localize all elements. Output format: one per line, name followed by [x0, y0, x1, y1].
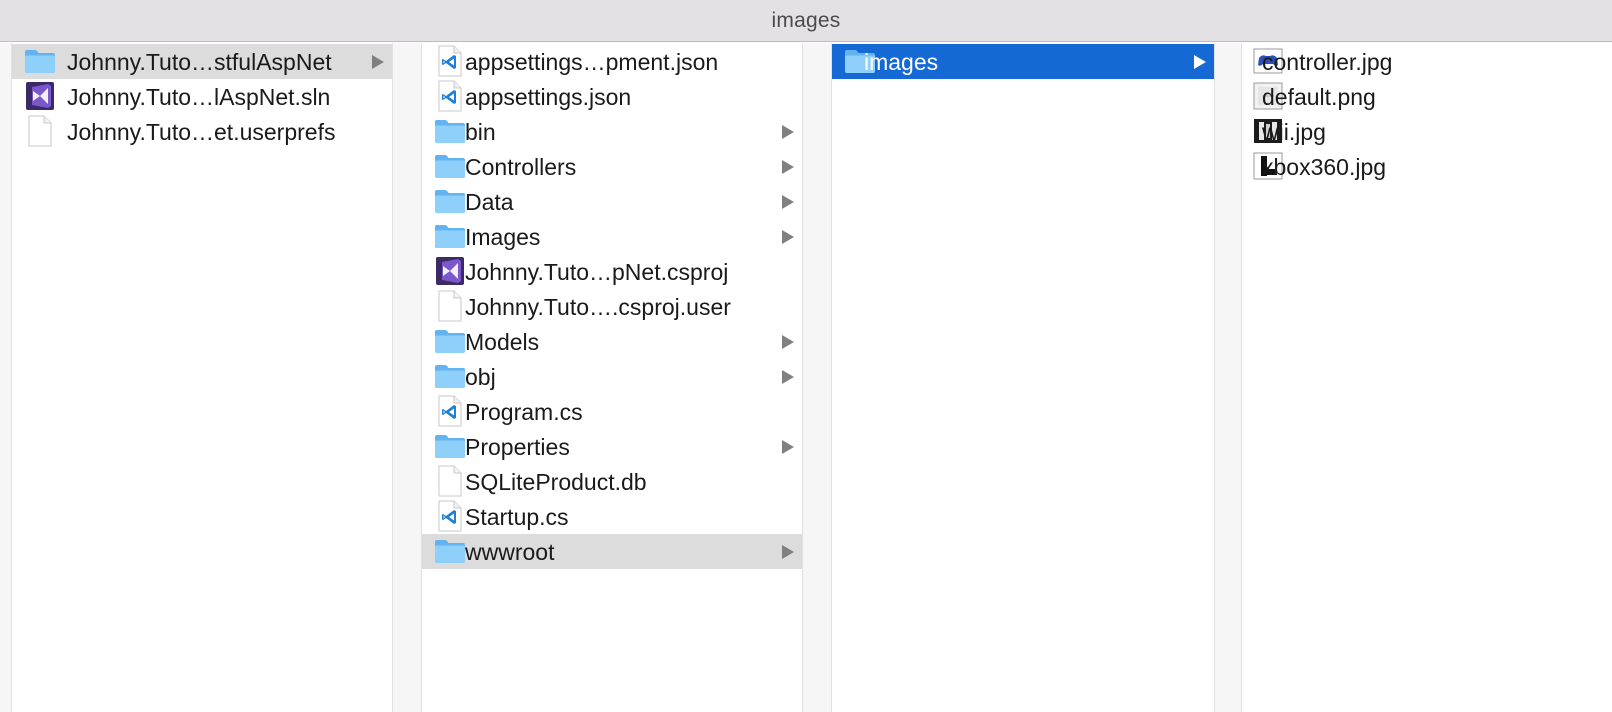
- folder-icon: [434, 185, 466, 217]
- item-label: Johnny.Tuto…lAspNet.sln: [67, 84, 331, 110]
- folder-row-properties[interactable]: Properties: [422, 429, 802, 464]
- column-divider[interactable]: [1214, 43, 1242, 712]
- item-label: default.png: [1262, 84, 1376, 110]
- folder-row-bin[interactable]: bin: [422, 114, 802, 149]
- vscode-icon: [434, 500, 466, 532]
- disclosure-arrow-icon: [782, 125, 794, 139]
- item-label: wwwroot: [465, 539, 555, 565]
- item-label: Controllers: [465, 154, 577, 180]
- item-label: appsettings…pment.json: [465, 49, 719, 75]
- file-row-johnny-tuto-pnet-csproj[interactable]: Johnny.Tuto…pNet.csproj: [422, 254, 802, 289]
- column-project-contents: appsettings…pment.json appsettings.json bi…: [422, 43, 802, 712]
- vscode-icon: [434, 395, 466, 427]
- disclosure-arrow-icon: [782, 230, 794, 244]
- item-label: controller.jpg: [1262, 49, 1393, 75]
- column-wwwroot-contents: images: [832, 43, 1214, 712]
- folder-icon: [434, 150, 466, 182]
- file-row-appsettings-pment-json[interactable]: appsettings…pment.json: [422, 44, 802, 79]
- folder-icon: [434, 220, 466, 252]
- item-label: Images: [465, 224, 541, 250]
- folder-row-data[interactable]: Data: [422, 184, 802, 219]
- disclosure-arrow-icon: [782, 370, 794, 384]
- folder-row-controllers[interactable]: Controllers: [422, 149, 802, 184]
- disclosure-arrow-icon: [782, 160, 794, 174]
- file-row-default-png[interactable]: default.png: [1242, 79, 1612, 114]
- file-row-johnny-tuto-laspnet-sln[interactable]: Johnny.Tuto…lAspNet.sln: [12, 79, 392, 114]
- folder-icon: [434, 360, 466, 392]
- folder-row-models[interactable]: Models: [422, 324, 802, 359]
- visual-studio-icon: [434, 255, 466, 287]
- column-resize-edge[interactable]: [0, 43, 12, 712]
- item-label: SQLiteProduct.db: [465, 469, 647, 495]
- column-images-contents: controller.jpg default.png wii.jpg xbox360.…: [1242, 43, 1612, 712]
- file-row-johnny-tuto-et-userprefs[interactable]: Johnny.Tuto…et.userprefs: [12, 114, 392, 149]
- folder-row-images[interactable]: Images: [422, 219, 802, 254]
- folder-icon: [434, 115, 466, 147]
- item-label: Johnny.Tuto…et.userprefs: [67, 119, 336, 145]
- visual-studio-icon: [24, 80, 56, 112]
- item-label: xbox360.jpg: [1262, 154, 1387, 180]
- window-titlebar: images: [0, 0, 1612, 42]
- item-label: Data: [465, 189, 514, 215]
- disclosure-arrow-icon: [782, 335, 794, 349]
- file-row-appsettings-json[interactable]: appsettings.json: [422, 79, 802, 114]
- folder-icon: [24, 45, 56, 77]
- item-label: Johnny.Tuto….csproj.user: [465, 294, 731, 320]
- disclosure-arrow-icon: [782, 545, 794, 559]
- file-row-startup-cs[interactable]: Startup.cs: [422, 499, 802, 534]
- disclosure-arrow-icon: [372, 55, 384, 69]
- item-label: Models: [465, 329, 540, 355]
- item-label: Johnny.Tuto…pNet.csproj: [465, 259, 729, 285]
- vscode-icon: [434, 45, 466, 77]
- disclosure-arrow-icon: [782, 195, 794, 209]
- file-row-xbox360-jpg[interactable]: xbox360.jpg: [1242, 149, 1612, 184]
- item-label: wii.jpg: [1262, 119, 1326, 145]
- folder-row-obj[interactable]: obj: [422, 359, 802, 394]
- file-row-wii-jpg[interactable]: wii.jpg: [1242, 114, 1612, 149]
- window-title: images: [771, 8, 841, 32]
- item-label: appsettings.json: [465, 84, 632, 110]
- folder-row-wwwroot[interactable]: wwwroot: [422, 534, 802, 569]
- folder-icon: [434, 325, 466, 357]
- item-label: Startup.cs: [465, 504, 569, 530]
- folder-icon: [434, 535, 466, 567]
- item-label: obj: [465, 364, 496, 390]
- folder-row-images[interactable]: images: [832, 44, 1214, 79]
- disclosure-arrow-icon: [782, 440, 794, 454]
- item-label: Program.cs: [465, 399, 583, 425]
- folder-row-johnny-tuto-stfulaspnet[interactable]: Johnny.Tuto…stfulAspNet: [12, 44, 392, 79]
- file-row-program-cs[interactable]: Program.cs: [422, 394, 802, 429]
- file-row-johnny-tuto-csproj-user[interactable]: Johnny.Tuto….csproj.user: [422, 289, 802, 324]
- file-row-controller-jpg[interactable]: controller.jpg: [1242, 44, 1612, 79]
- document-icon: [434, 465, 466, 497]
- vscode-icon: [434, 80, 466, 112]
- item-label: images: [864, 49, 939, 75]
- column-project-root: Johnny.Tuto…stfulAspNet Johnny.Tuto…lAspN…: [12, 43, 392, 712]
- document-icon: [434, 290, 466, 322]
- item-label: bin: [465, 119, 496, 145]
- disclosure-arrow-icon: [1194, 55, 1206, 69]
- item-label: Properties: [465, 434, 570, 460]
- folder-icon: [434, 430, 466, 462]
- column-divider[interactable]: [802, 43, 832, 712]
- column-divider[interactable]: [392, 43, 422, 712]
- item-label: Johnny.Tuto…stfulAspNet: [67, 49, 332, 75]
- file-row-sqliteproduct-db[interactable]: SQLiteProduct.db: [422, 464, 802, 499]
- document-icon: [24, 115, 56, 147]
